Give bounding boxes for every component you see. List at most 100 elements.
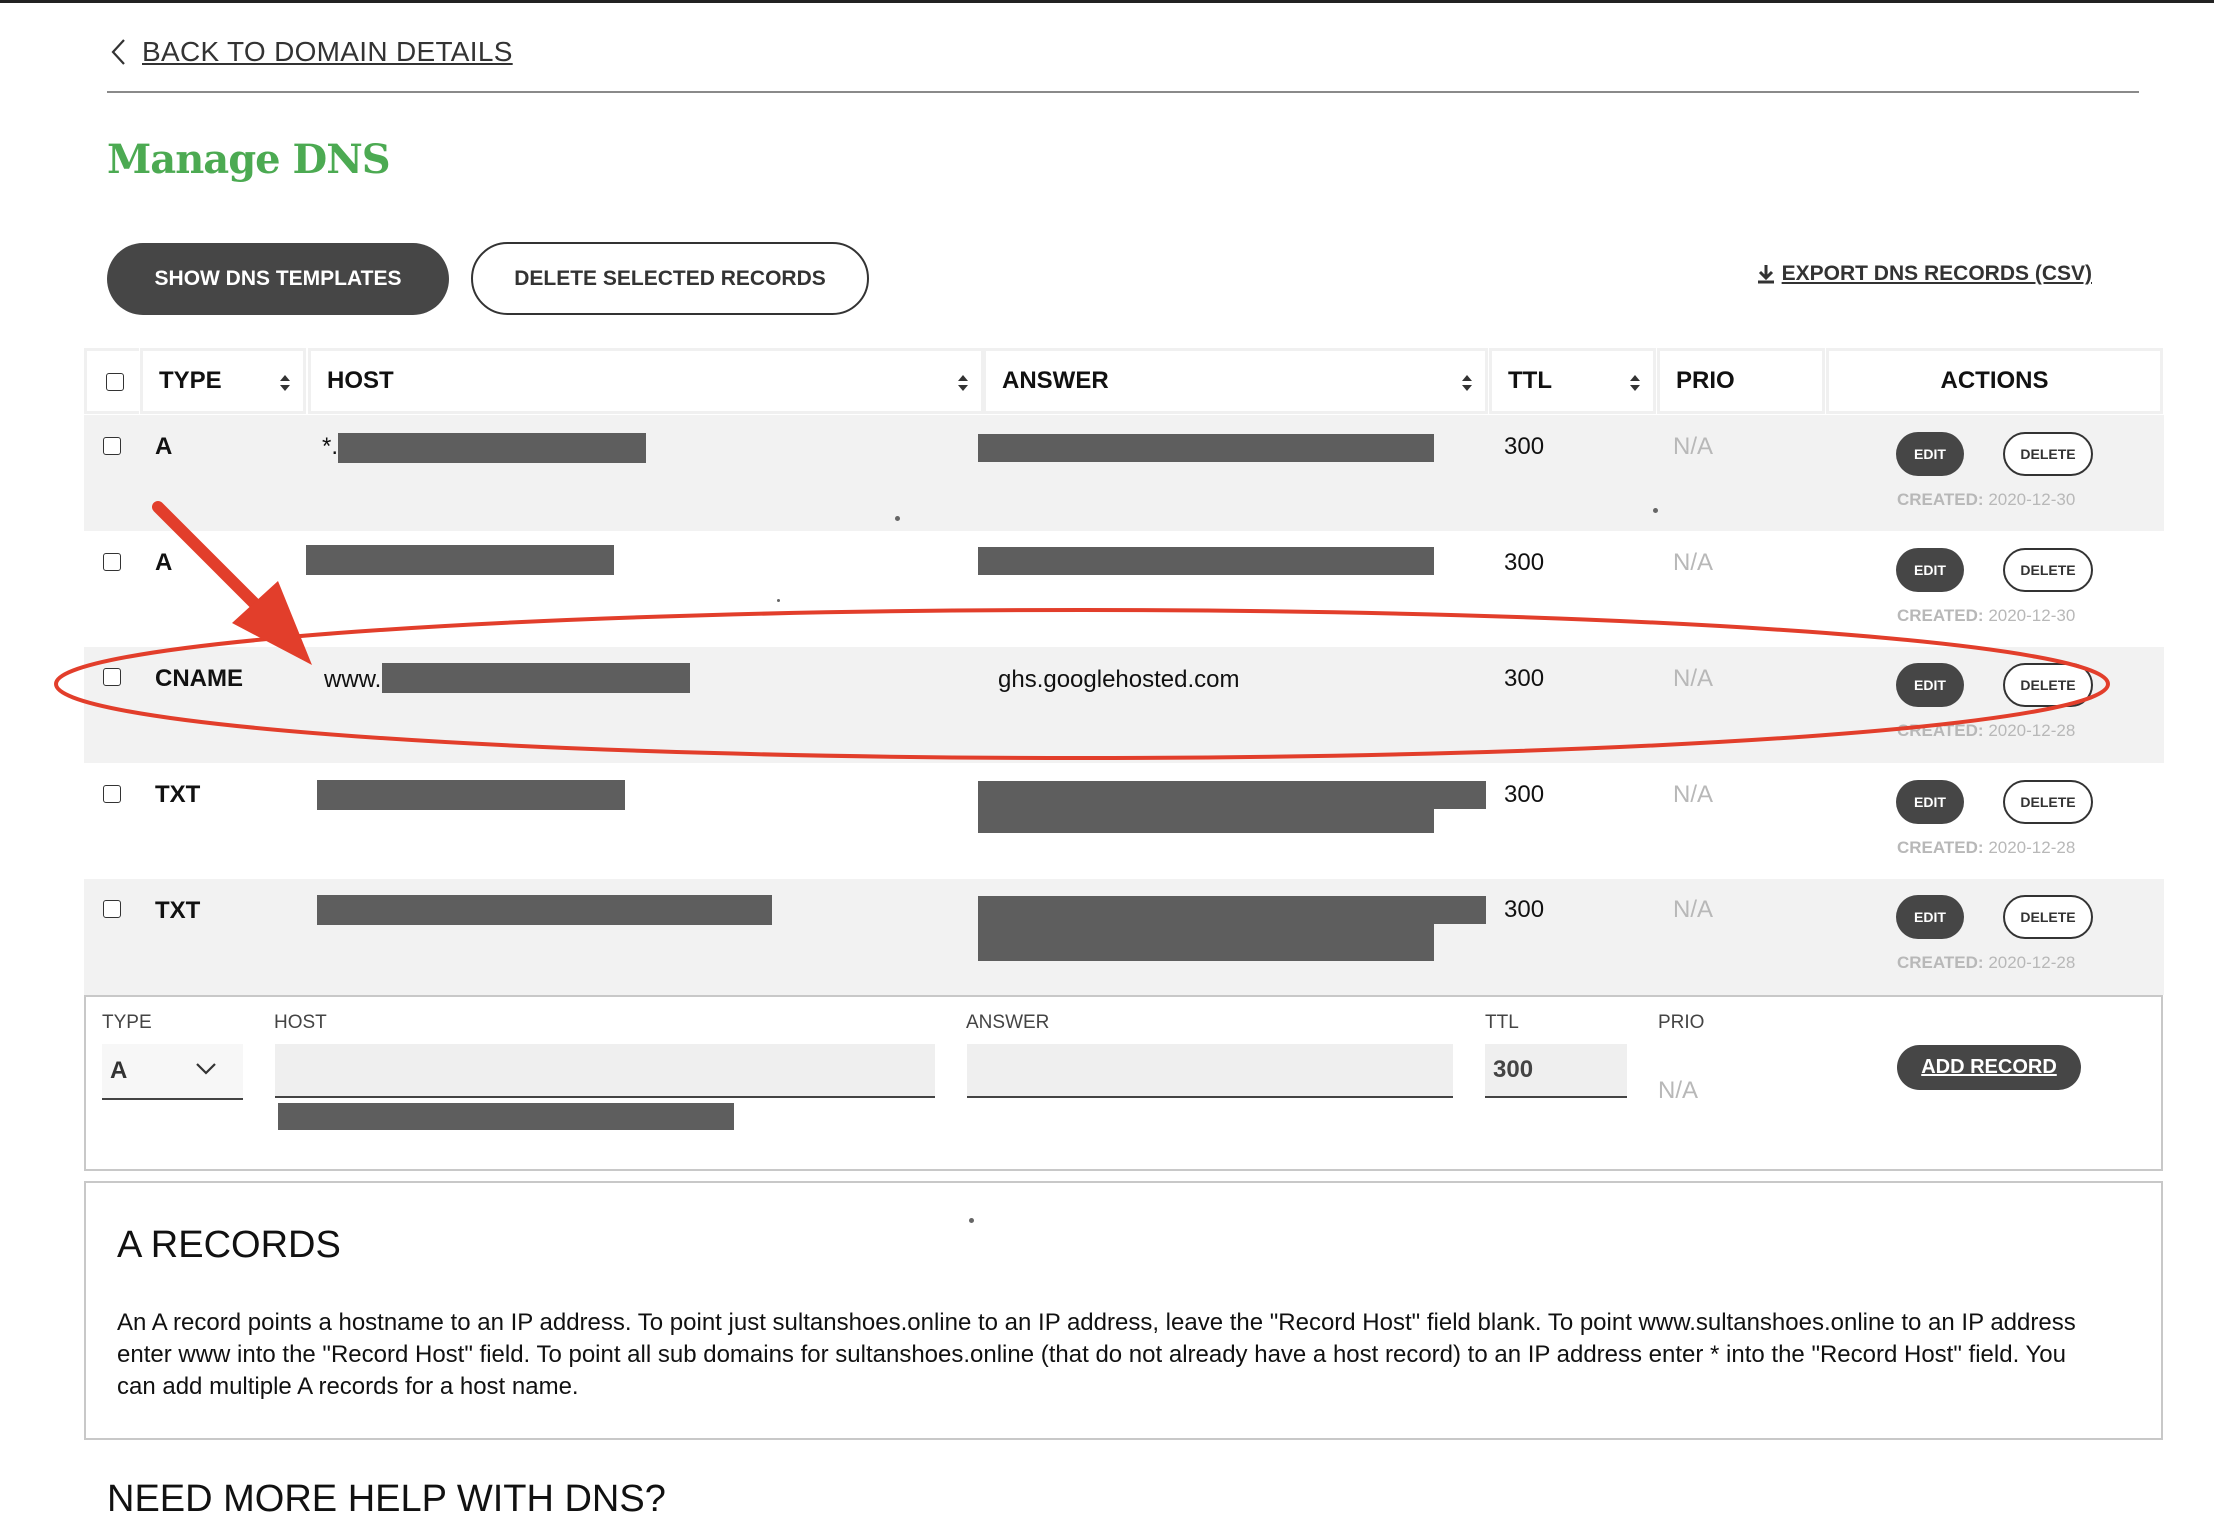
- redacted-host: [382, 663, 690, 693]
- download-icon: [1757, 265, 1774, 284]
- record-ttl: 300: [1504, 781, 1545, 808]
- record-prio: N/A: [1673, 433, 1714, 460]
- add-prio-label: PRIO: [1658, 1012, 1705, 1033]
- created-value: 2020-12-28: [1988, 721, 2076, 740]
- stray-dot: [895, 516, 900, 521]
- record-prio: N/A: [1673, 896, 1714, 923]
- redacted-answer: [978, 547, 1434, 575]
- record-prio: N/A: [1673, 665, 1714, 692]
- ttl-input-value: 300: [1493, 1056, 1534, 1083]
- record-ttl: 300: [1504, 896, 1545, 923]
- back-to-domain-link[interactable]: BACK TO DOMAIN DETAILS: [108, 36, 513, 68]
- manage-dns-page: BACK TO DOMAIN DETAILS Manage DNS SHOW D…: [0, 0, 2214, 1522]
- host-input[interactable]: [275, 1044, 935, 1098]
- table-row: CNAME www. ghs.googlehosted.com 300 N/A …: [84, 647, 2164, 763]
- sort-icon: [1630, 375, 1640, 391]
- redacted-answer: [978, 781, 1486, 809]
- edit-button[interactable]: EDIT: [1896, 780, 1964, 824]
- show-dns-templates-button[interactable]: SHOW DNS TEMPLATES: [107, 243, 449, 315]
- created-value: 2020-12-30: [1988, 490, 2076, 509]
- delete-button[interactable]: DELETE: [2003, 548, 2093, 592]
- back-link-label[interactable]: BACK TO DOMAIN DETAILS: [142, 36, 513, 68]
- edit-button[interactable]: EDIT: [1896, 548, 1964, 592]
- header-host-label: HOST: [327, 367, 394, 394]
- sort-icon: [280, 375, 290, 391]
- header-actions-label: ACTIONS: [1940, 367, 2049, 394]
- record-answer: ghs.googlehosted.com: [998, 666, 1240, 693]
- created-label: CREATED:: [1897, 953, 1984, 972]
- help-heading: NEED MORE HELP WITH DNS?: [107, 1478, 666, 1520]
- header-answer[interactable]: ANSWER: [983, 348, 1488, 414]
- header-answer-label: ANSWER: [1002, 367, 1109, 394]
- redacted-host-suffix: [278, 1103, 734, 1130]
- add-record-button[interactable]: ADD RECORD: [1897, 1045, 2081, 1090]
- export-label[interactable]: EXPORT DNS RECORDS (CSV): [1782, 262, 2092, 286]
- record-type-value: A: [110, 1057, 128, 1084]
- row-checkbox[interactable]: [103, 668, 121, 686]
- add-ttl-label: TTL: [1485, 1012, 1519, 1033]
- row-checkbox[interactable]: [103, 553, 121, 571]
- record-ttl: 300: [1504, 549, 1545, 576]
- record-host-prefix: *.: [322, 433, 339, 460]
- created-value: 2020-12-30: [1988, 606, 2076, 625]
- redacted-answer: [978, 434, 1434, 462]
- record-type: CNAME: [155, 665, 243, 692]
- created-label: CREATED:: [1897, 838, 1984, 857]
- stray-dot: [1653, 508, 1658, 513]
- delete-button[interactable]: DELETE: [2003, 780, 2093, 824]
- record-type: TXT: [155, 781, 201, 808]
- header-type[interactable]: TYPE: [140, 348, 306, 414]
- header-type-label: TYPE: [159, 367, 222, 394]
- add-host-label: HOST: [274, 1012, 327, 1033]
- created-date: CREATED: 2020-12-28: [1897, 721, 2075, 741]
- add-answer-label: ANSWER: [966, 1012, 1050, 1033]
- created-value: 2020-12-28: [1988, 838, 2076, 857]
- export-dns-records-link[interactable]: EXPORT DNS RECORDS (CSV): [1756, 262, 2092, 286]
- redacted-answer: [978, 924, 1434, 961]
- delete-selected-records-button[interactable]: DELETE SELECTED RECORDS: [471, 242, 869, 315]
- answer-input[interactable]: [967, 1044, 1453, 1098]
- redacted-host: [338, 433, 646, 463]
- delete-button[interactable]: DELETE: [2003, 895, 2093, 939]
- row-checkbox[interactable]: [103, 437, 121, 455]
- add-type-label: TYPE: [102, 1012, 152, 1033]
- header-actions: ACTIONS: [1826, 348, 2163, 414]
- select-all-checkbox[interactable]: [106, 373, 124, 391]
- chevron-left-icon: [111, 39, 125, 65]
- header-ttl[interactable]: TTL: [1489, 348, 1656, 414]
- ttl-input[interactable]: 300: [1485, 1044, 1627, 1098]
- created-label: CREATED:: [1897, 490, 1984, 509]
- redacted-host: [306, 545, 614, 575]
- record-ttl: 300: [1504, 665, 1545, 692]
- redacted-answer: [978, 896, 1486, 924]
- sort-icon: [958, 375, 968, 391]
- record-type: A: [155, 549, 173, 576]
- edit-button[interactable]: EDIT: [1896, 895, 1964, 939]
- stray-dot: [777, 599, 780, 602]
- sort-icon: [1462, 375, 1472, 391]
- created-label: CREATED:: [1897, 606, 1984, 625]
- record-host-prefix: www.: [324, 666, 382, 693]
- header-ttl-label: TTL: [1508, 367, 1552, 394]
- header-host[interactable]: HOST: [308, 348, 984, 414]
- record-type: TXT: [155, 897, 201, 924]
- created-label: CREATED:: [1897, 721, 1984, 740]
- created-value: 2020-12-28: [1988, 953, 2076, 972]
- row-checkbox[interactable]: [103, 900, 121, 918]
- edit-button[interactable]: EDIT: [1896, 663, 1964, 707]
- created-date: CREATED: 2020-12-30: [1897, 490, 2075, 510]
- redacted-answer: [978, 809, 1434, 833]
- edit-button[interactable]: EDIT: [1896, 432, 1964, 476]
- header-prio: PRIO: [1657, 348, 1825, 414]
- row-checkbox[interactable]: [103, 785, 121, 803]
- created-date: CREATED: 2020-12-28: [1897, 953, 2075, 973]
- record-type-select[interactable]: A: [102, 1044, 243, 1100]
- table-row: TXT 300 N/A EDIT DELETE CREATED: 2020-12…: [84, 763, 2164, 879]
- delete-button[interactable]: DELETE: [2003, 432, 2093, 476]
- record-ttl: 300: [1504, 433, 1545, 460]
- info-body: An A record points a hostname to an IP a…: [117, 1309, 2076, 1400]
- table-row: A 300 N/A EDIT DELETE CREATED: 2020-12-3…: [84, 531, 2164, 647]
- info-title: A RECORDS: [117, 1224, 341, 1266]
- delete-button[interactable]: DELETE: [2003, 663, 2093, 707]
- record-prio: N/A: [1673, 781, 1714, 808]
